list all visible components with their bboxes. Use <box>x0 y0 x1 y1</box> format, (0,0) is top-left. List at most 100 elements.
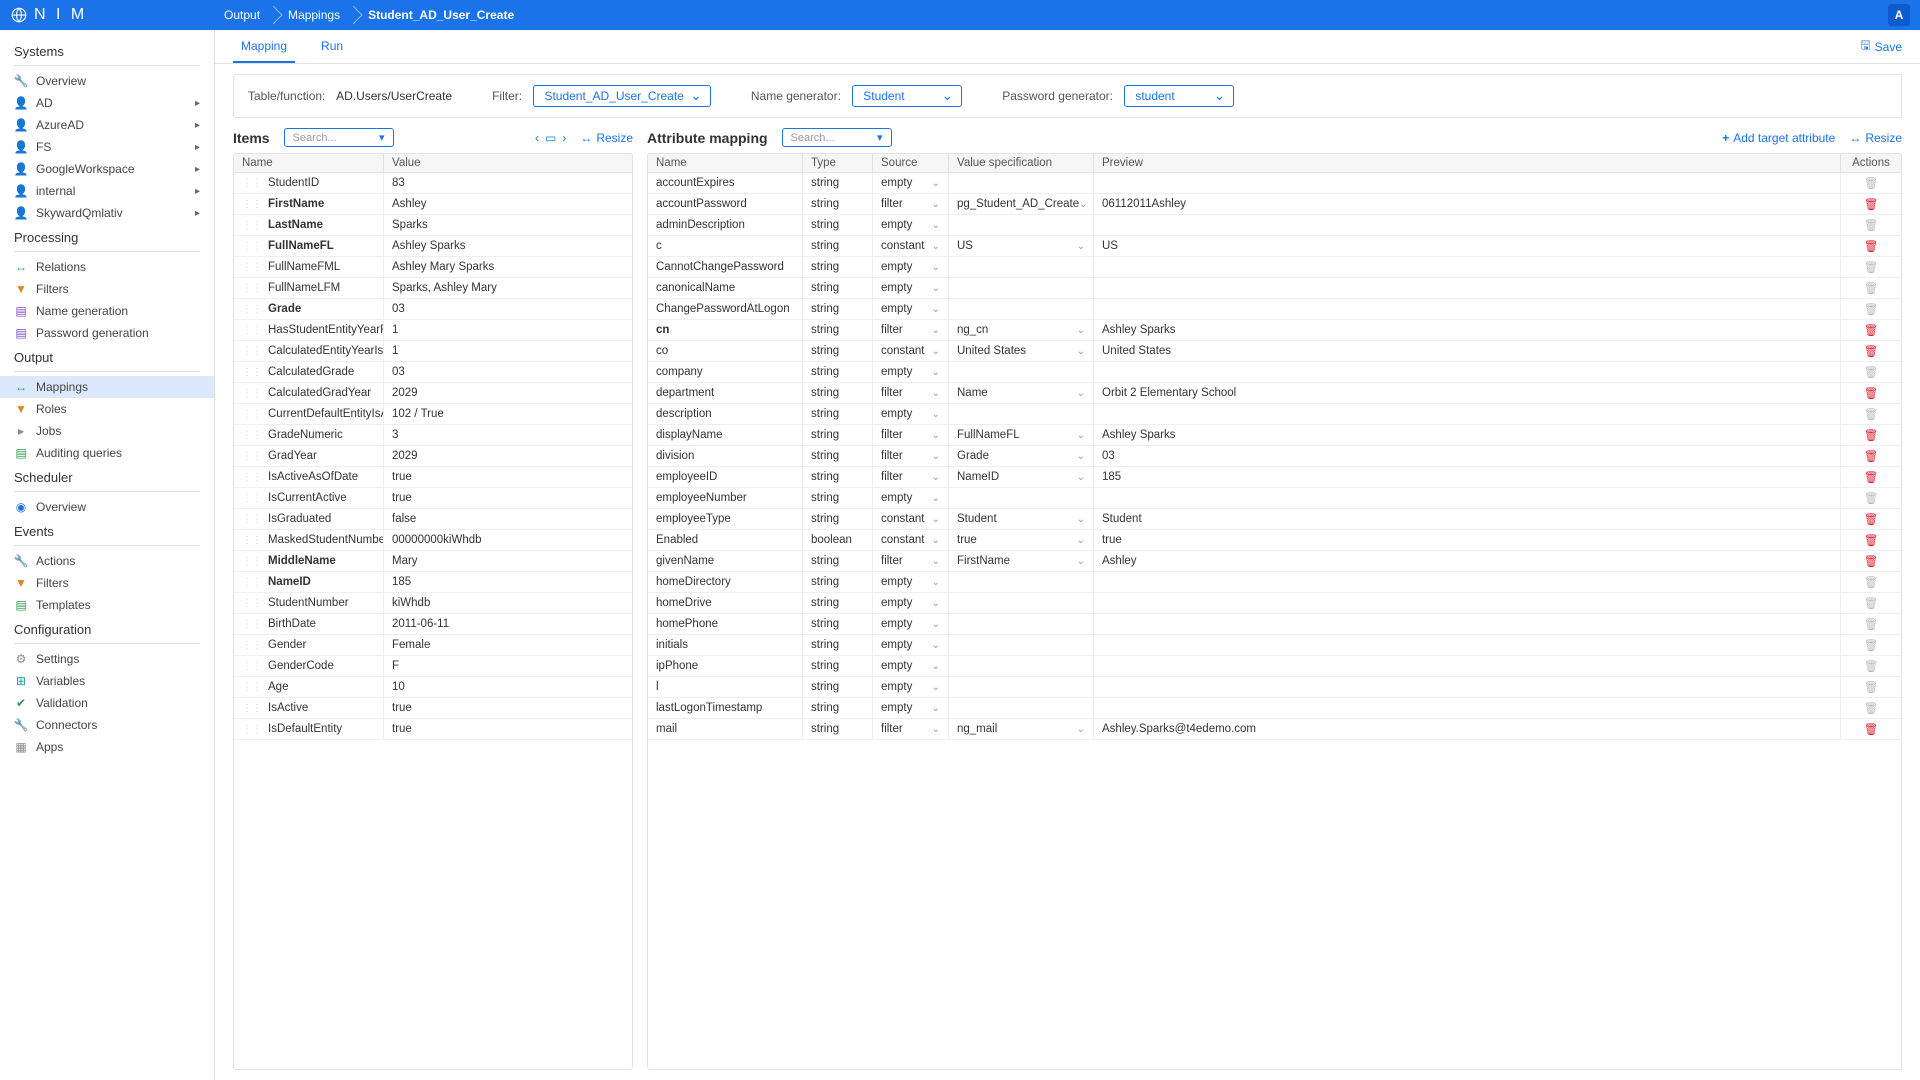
chevron-down-icon[interactable]: ⌄ <box>932 325 940 336</box>
sidebar-item-settings[interactable]: ⚙Settings <box>0 648 214 670</box>
drag-handle-icon[interactable]: ⋮⋮ <box>242 514 262 525</box>
breadcrumb-output[interactable]: Output <box>210 0 274 30</box>
breadcrumb-student_ad_user_create[interactable]: Student_AD_User_Create <box>354 0 528 30</box>
items-row[interactable]: ⋮⋮GradeNumeric3 <box>234 425 632 446</box>
chevron-down-icon[interactable]: ⌄ <box>932 409 940 420</box>
chevron-down-icon[interactable]: ⌄ <box>932 577 940 588</box>
attrs-row[interactable]: mailstringfilter⌄ng_mail⌄Ashley.Sparks@t… <box>648 719 1901 740</box>
sidebar-item-validation[interactable]: ✔Validation <box>0 692 214 714</box>
chevron-down-icon[interactable]: ⌄ <box>932 472 940 483</box>
attrs-row[interactable]: canonicalNamestringempty⌄🗑 <box>648 278 1901 299</box>
items-row[interactable]: ⋮⋮GenderFemale <box>234 635 632 656</box>
sidebar-item-azuread[interactable]: 👤AzureAD▸ <box>0 114 214 136</box>
attrs-row[interactable]: ipPhonestringempty⌄🗑 <box>648 656 1901 677</box>
items-row[interactable]: ⋮⋮GenderCodeF <box>234 656 632 677</box>
delete-icon[interactable]: 🗑 <box>1864 491 1879 505</box>
items-row[interactable]: ⋮⋮Age10 <box>234 677 632 698</box>
drag-handle-icon[interactable]: ⋮⋮ <box>242 430 262 441</box>
attrs-row[interactable]: homeDirectorystringempty⌄🗑 <box>648 572 1901 593</box>
attrs-row[interactable]: lastLogonTimestampstringempty⌄🗑 <box>648 698 1901 719</box>
chevron-down-icon[interactable]: ⌄ <box>932 556 940 567</box>
sidebar-item-templates[interactable]: ▤Templates <box>0 594 214 616</box>
chevron-down-icon[interactable]: ⌄ <box>1079 199 1087 210</box>
sidebar-item-filters[interactable]: ▼Filters <box>0 572 214 594</box>
drag-handle-icon[interactable]: ⋮⋮ <box>242 262 262 273</box>
attrs-row[interactable]: adminDescriptionstringempty⌄🗑 <box>648 215 1901 236</box>
delete-icon[interactable]: 🗑 <box>1864 386 1879 400</box>
prev-item-button[interactable]: ‹ <box>535 131 539 145</box>
attrs-resize-button[interactable]: ↔ Resize <box>1849 131 1902 145</box>
chevron-down-icon[interactable]: ⌄ <box>1077 556 1085 567</box>
delete-icon[interactable]: 🗑 <box>1864 428 1879 442</box>
chevron-down-icon[interactable]: ⌄ <box>932 598 940 609</box>
add-attribute-button[interactable]: + Add target attribute <box>1722 131 1835 145</box>
delete-icon[interactable]: 🗑 <box>1864 575 1879 589</box>
items-row[interactable]: ⋮⋮NameID185 <box>234 572 632 593</box>
sidebar-item-apps[interactable]: ▦Apps <box>0 736 214 758</box>
sidebar-item-overview[interactable]: ◉Overview <box>0 496 214 518</box>
items-row[interactable]: ⋮⋮FullNameLFMSparks, Ashley Mary <box>234 278 632 299</box>
items-row[interactable]: ⋮⋮BirthDate2011-06-11 <box>234 614 632 635</box>
delete-icon[interactable]: 🗑 <box>1864 407 1879 421</box>
delete-icon[interactable]: 🗑 <box>1864 239 1879 253</box>
sidebar-item-roles[interactable]: ▼Roles <box>0 398 214 420</box>
chevron-down-icon[interactable]: ⌄ <box>932 493 940 504</box>
attrs-row[interactable]: givenNamestringfilter⌄FirstName⌄Ashley🗑 <box>648 551 1901 572</box>
chevron-down-icon[interactable]: ⌄ <box>932 199 940 210</box>
drag-handle-icon[interactable]: ⋮⋮ <box>242 598 262 609</box>
delete-icon[interactable]: 🗑 <box>1864 638 1879 652</box>
sidebar-item-overview[interactable]: 🔧Overview <box>0 70 214 92</box>
delete-icon[interactable]: 🗑 <box>1864 470 1879 484</box>
items-row[interactable]: ⋮⋮IsCurrentActivetrue <box>234 488 632 509</box>
chevron-down-icon[interactable]: ⌄ <box>1077 535 1085 546</box>
attrs-row[interactable]: Enabledbooleanconstant⌄true⌄true🗑 <box>648 530 1901 551</box>
save-button[interactable]: 🖫 Save <box>1860 36 1902 57</box>
sidebar-item-connectors[interactable]: 🔧Connectors <box>0 714 214 736</box>
namegen-select[interactable]: Student <box>852 85 962 107</box>
attrs-row[interactable]: accountExpiresstringempty⌄🗑 <box>648 173 1901 194</box>
drag-handle-icon[interactable]: ⋮⋮ <box>242 661 262 672</box>
items-row[interactable]: ⋮⋮Grade03 <box>234 299 632 320</box>
user-avatar[interactable]: A <box>1888 4 1910 26</box>
chevron-down-icon[interactable]: ⌄ <box>932 703 940 714</box>
sidebar-item-password-generation[interactable]: ▤Password generation <box>0 322 214 344</box>
items-row[interactable]: ⋮⋮IsDefaultEntitytrue <box>234 719 632 740</box>
item-selector-button[interactable]: ▭ <box>545 131 556 145</box>
drag-handle-icon[interactable]: ⋮⋮ <box>242 367 262 378</box>
drag-handle-icon[interactable]: ⋮⋮ <box>242 178 262 189</box>
delete-icon[interactable]: 🗑 <box>1864 659 1879 673</box>
items-row[interactable]: ⋮⋮CalculatedEntityYearIsActive1 <box>234 341 632 362</box>
drag-handle-icon[interactable]: ⋮⋮ <box>242 199 262 210</box>
drag-handle-icon[interactable]: ⋮⋮ <box>242 304 262 315</box>
sidebar-item-name-generation[interactable]: ▤Name generation <box>0 300 214 322</box>
attrs-row[interactable]: accountPasswordstringfilter⌄pg_Student_A… <box>648 194 1901 215</box>
attrs-row[interactable]: homePhonestringempty⌄🗑 <box>648 614 1901 635</box>
chevron-down-icon[interactable]: ⌄ <box>932 262 940 273</box>
items-search[interactable]: Search... ▾ <box>284 128 394 147</box>
attrs-row[interactable]: employeeIDstringfilter⌄NameID⌄185🗑 <box>648 467 1901 488</box>
attrs-row[interactable]: displayNamestringfilter⌄FullNameFL⌄Ashle… <box>648 425 1901 446</box>
chevron-down-icon[interactable]: ⌄ <box>1077 472 1085 483</box>
sidebar-item-filters[interactable]: ▼Filters <box>0 278 214 300</box>
chevron-down-icon[interactable]: ⌄ <box>1077 724 1085 735</box>
drag-handle-icon[interactable]: ⋮⋮ <box>242 640 262 651</box>
sidebar-item-actions[interactable]: 🔧Actions <box>0 550 214 572</box>
attrs-row[interactable]: companystringempty⌄🗑 <box>648 362 1901 383</box>
sidebar-item-relations[interactable]: ↔Relations <box>0 256 214 278</box>
drag-handle-icon[interactable]: ⋮⋮ <box>242 682 262 693</box>
drag-handle-icon[interactable]: ⋮⋮ <box>242 283 262 294</box>
col-name[interactable]: Name <box>234 154 384 172</box>
attrs-row[interactable]: initialsstringempty⌄🗑 <box>648 635 1901 656</box>
items-row[interactable]: ⋮⋮IsActiveAsOfDatetrue <box>234 467 632 488</box>
attrs-row[interactable]: departmentstringfilter⌄Name⌄Orbit 2 Elem… <box>648 383 1901 404</box>
drag-handle-icon[interactable]: ⋮⋮ <box>242 409 262 420</box>
sidebar-item-skywardqmlativ[interactable]: 👤SkywardQmlativ▸ <box>0 202 214 224</box>
attrs-row[interactable]: lstringempty⌄🗑 <box>648 677 1901 698</box>
items-row[interactable]: ⋮⋮IsGraduatedfalse <box>234 509 632 530</box>
chevron-down-icon[interactable]: ⌄ <box>932 514 940 525</box>
col-type[interactable]: Type <box>803 154 873 172</box>
drag-handle-icon[interactable]: ⋮⋮ <box>242 535 262 546</box>
delete-icon[interactable]: 🗑 <box>1864 512 1879 526</box>
col-source[interactable]: Source <box>873 154 949 172</box>
chevron-down-icon[interactable]: ⌄ <box>932 640 940 651</box>
